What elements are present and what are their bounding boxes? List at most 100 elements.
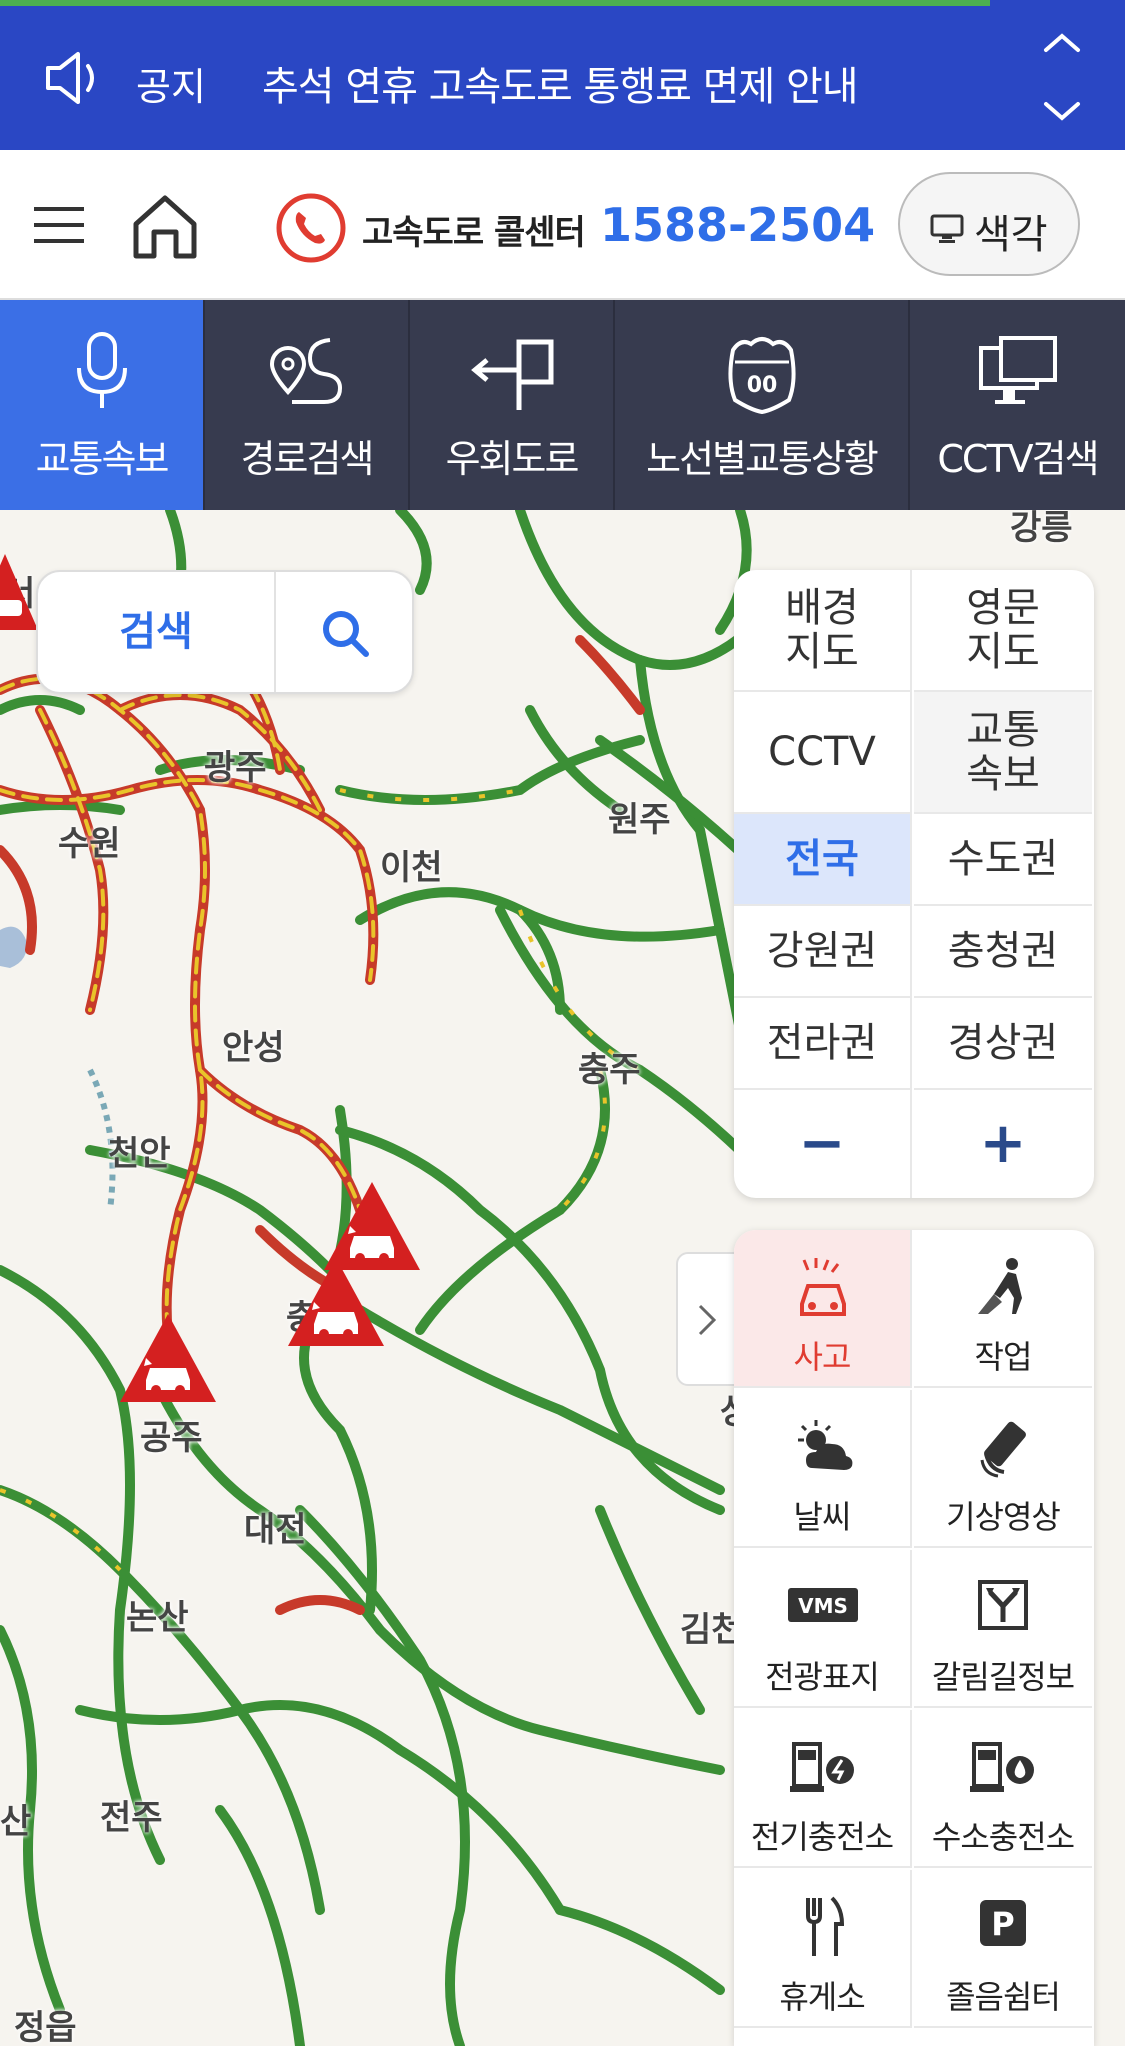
place-label: 충주 bbox=[578, 1050, 641, 1090]
tab-label: 교통속보 bbox=[35, 437, 170, 481]
monitor-small-icon bbox=[930, 214, 964, 243]
place-label: 강릉 bbox=[1010, 510, 1073, 548]
place-label: 산 bbox=[0, 1802, 32, 1842]
place-label: 천안 bbox=[108, 1134, 171, 1174]
info-item-label: 휴게소 bbox=[779, 1978, 865, 2016]
notice-scroll-arrows[interactable] bbox=[1040, 28, 1084, 128]
parking-icon: P bbox=[980, 1900, 1026, 1946]
zoom-in-button[interactable]: + bbox=[914, 1090, 1092, 1198]
notice-progress-bar bbox=[0, 0, 990, 6]
accident-car-icon bbox=[800, 1258, 846, 1316]
accident-marker-icon[interactable] bbox=[0, 550, 40, 634]
detour-arrow-icon bbox=[470, 339, 553, 410]
callcenter-label: 고속도로 콜센터 bbox=[362, 213, 586, 253]
restaurant-icon bbox=[806, 1896, 845, 1956]
tab-traffic-news[interactable]: 교통속보 bbox=[0, 300, 205, 510]
tab-label: 우회도로 bbox=[445, 437, 580, 481]
region-gangwon[interactable]: 강원권 bbox=[734, 906, 912, 998]
cctv-layer-toggle[interactable]: CCTV bbox=[734, 692, 912, 814]
region-gyeongsang[interactable]: 경상권 bbox=[914, 998, 1092, 1090]
info-item-label: 전기충전소 bbox=[750, 1818, 894, 1856]
search-button[interactable] bbox=[276, 572, 414, 692]
place-label: 정읍 bbox=[14, 2008, 77, 2046]
weather-video-layer-button[interactable]: 기상영상 bbox=[914, 1390, 1092, 1548]
place-label: 전주 bbox=[100, 1798, 163, 1838]
home-icon[interactable] bbox=[130, 194, 200, 260]
svg-text:P: P bbox=[991, 1905, 1014, 1943]
info-item-label: 날씨 bbox=[793, 1498, 852, 1536]
place-label: 수원 bbox=[58, 824, 121, 864]
vms-layer-button[interactable]: VMS 전광표지 bbox=[734, 1550, 912, 1708]
background-map-button[interactable]: 배경 지도 bbox=[734, 570, 912, 692]
notice-bar[interactable]: 공지 추석 연휴 고속도로 통행료 면제 안내 bbox=[0, 0, 1125, 150]
panel-collapse-button[interactable] bbox=[676, 1252, 736, 1386]
chevron-up-icon bbox=[1044, 33, 1080, 52]
junction-icon bbox=[978, 1580, 1028, 1630]
junction-layer-button[interactable]: 갈림길정보 bbox=[914, 1550, 1092, 1708]
tab-route-traffic[interactable]: 00 노선별교통상황 bbox=[615, 300, 910, 510]
info-item-label: 기상영상 bbox=[946, 1498, 1061, 1536]
info-item-label: 졸음쉼터 bbox=[946, 1978, 1061, 2016]
english-map-button[interactable]: 영문 지도 bbox=[914, 570, 1092, 692]
chevron-down-icon bbox=[1044, 102, 1080, 121]
vms-icon: VMS bbox=[788, 1588, 858, 1622]
rest-area-layer-button[interactable]: 휴게소 bbox=[734, 1870, 912, 2028]
svg-text:VMS: VMS bbox=[798, 1594, 848, 1618]
info-item-label: 사고 bbox=[793, 1338, 852, 1376]
region-capital[interactable]: 수도권 bbox=[914, 814, 1092, 906]
color-vision-label: 색각 bbox=[974, 212, 1048, 258]
app-root: 공지 추석 연휴 고속도로 통행료 면제 안내 고속도로 콜센터 1588-25… bbox=[0, 0, 1125, 2046]
accident-marker-icon[interactable] bbox=[116, 1310, 220, 1406]
info-item-label: 작업 bbox=[974, 1338, 1033, 1376]
region-nationwide[interactable]: 전국 bbox=[734, 814, 912, 906]
route-pin-icon bbox=[269, 338, 342, 404]
map-layer-panel: 배경 지도 영문 지도 CCTV 교통 속보 전국 수도권 강원권 충청권 전라… bbox=[734, 570, 1094, 1198]
info-layer-panel: 사고 작업 날씨 기상영상 VMS 전광표지 갈림길정보 전기충전소 수소충전소… bbox=[734, 1230, 1094, 2046]
place-label: 원주 bbox=[608, 800, 671, 840]
tab-route-search[interactable]: 경로검색 bbox=[205, 300, 410, 510]
roadwork-icon bbox=[978, 1258, 1022, 1314]
ev-charger-icon bbox=[790, 1742, 854, 1792]
highway-shield-icon: 00 bbox=[727, 337, 796, 415]
chevron-right-icon bbox=[698, 1304, 717, 1336]
search-icon bbox=[323, 611, 369, 657]
color-vision-button[interactable]: 색각 bbox=[898, 172, 1080, 276]
place-label: 대전 bbox=[244, 1510, 307, 1550]
info-item-label: 수소충전소 bbox=[931, 1818, 1075, 1856]
tab-label: 노선별교통상황 bbox=[646, 437, 879, 481]
tab-cctv-search[interactable]: CCTV검색 bbox=[910, 300, 1125, 510]
notice-label: 공지 bbox=[136, 65, 206, 109]
place-label: 광주 bbox=[204, 748, 267, 788]
place-label: 논산 bbox=[126, 1598, 189, 1638]
speaker-icon bbox=[46, 52, 94, 104]
region-jeolla[interactable]: 전라권 bbox=[734, 998, 912, 1090]
traffic-news-layer-toggle[interactable]: 교통 속보 bbox=[914, 692, 1092, 814]
header: 고속도로 콜센터 1588-2504 색각 bbox=[0, 150, 1125, 300]
hydrogen-icon bbox=[970, 1742, 1034, 1792]
weather-layer-button[interactable]: 날씨 bbox=[734, 1390, 912, 1548]
accident-layer-button[interactable]: 사고 bbox=[734, 1230, 912, 1388]
satellite-icon bbox=[980, 1421, 1026, 1478]
roadwork-layer-button[interactable]: 작업 bbox=[914, 1230, 1092, 1388]
drowsy-shelter-layer-button[interactable]: P 졸음쉼터 bbox=[914, 1870, 1092, 2028]
callcenter-phone-number[interactable]: 1588-2504 bbox=[600, 198, 875, 252]
tab-label: 경로검색 bbox=[240, 437, 375, 481]
hamburger-menu-icon[interactable] bbox=[34, 205, 84, 245]
place-label: 안성 bbox=[222, 1028, 285, 1068]
tab-detour[interactable]: 우회도로 bbox=[410, 300, 615, 510]
map-search-box: 검색 bbox=[36, 570, 414, 694]
zoom-out-button[interactable]: − bbox=[734, 1090, 912, 1198]
tab-label: CCTV검색 bbox=[937, 437, 1099, 481]
info-item-label: 갈림길정보 bbox=[931, 1658, 1075, 1696]
notice-message[interactable]: 추석 연휴 고속도로 통행료 면제 안내 bbox=[262, 54, 859, 112]
region-chungcheong[interactable]: 충청권 bbox=[914, 906, 1092, 998]
accident-marker-icon[interactable] bbox=[284, 1254, 388, 1350]
hydrogen-layer-button[interactable]: 수소충전소 bbox=[914, 1710, 1092, 1868]
microphone-icon bbox=[76, 332, 127, 408]
weather-icon bbox=[798, 1420, 853, 1470]
search-button-label[interactable]: 검색 bbox=[38, 572, 276, 692]
main-nav: 교통속보 경로검색 우회도로 00 노선별교통상황 CCTV검색 bbox=[0, 300, 1125, 510]
ev-charger-layer-button[interactable]: 전기충전소 bbox=[734, 1710, 912, 1868]
place-label: 이천 bbox=[380, 848, 443, 888]
phone-icon bbox=[276, 193, 346, 263]
